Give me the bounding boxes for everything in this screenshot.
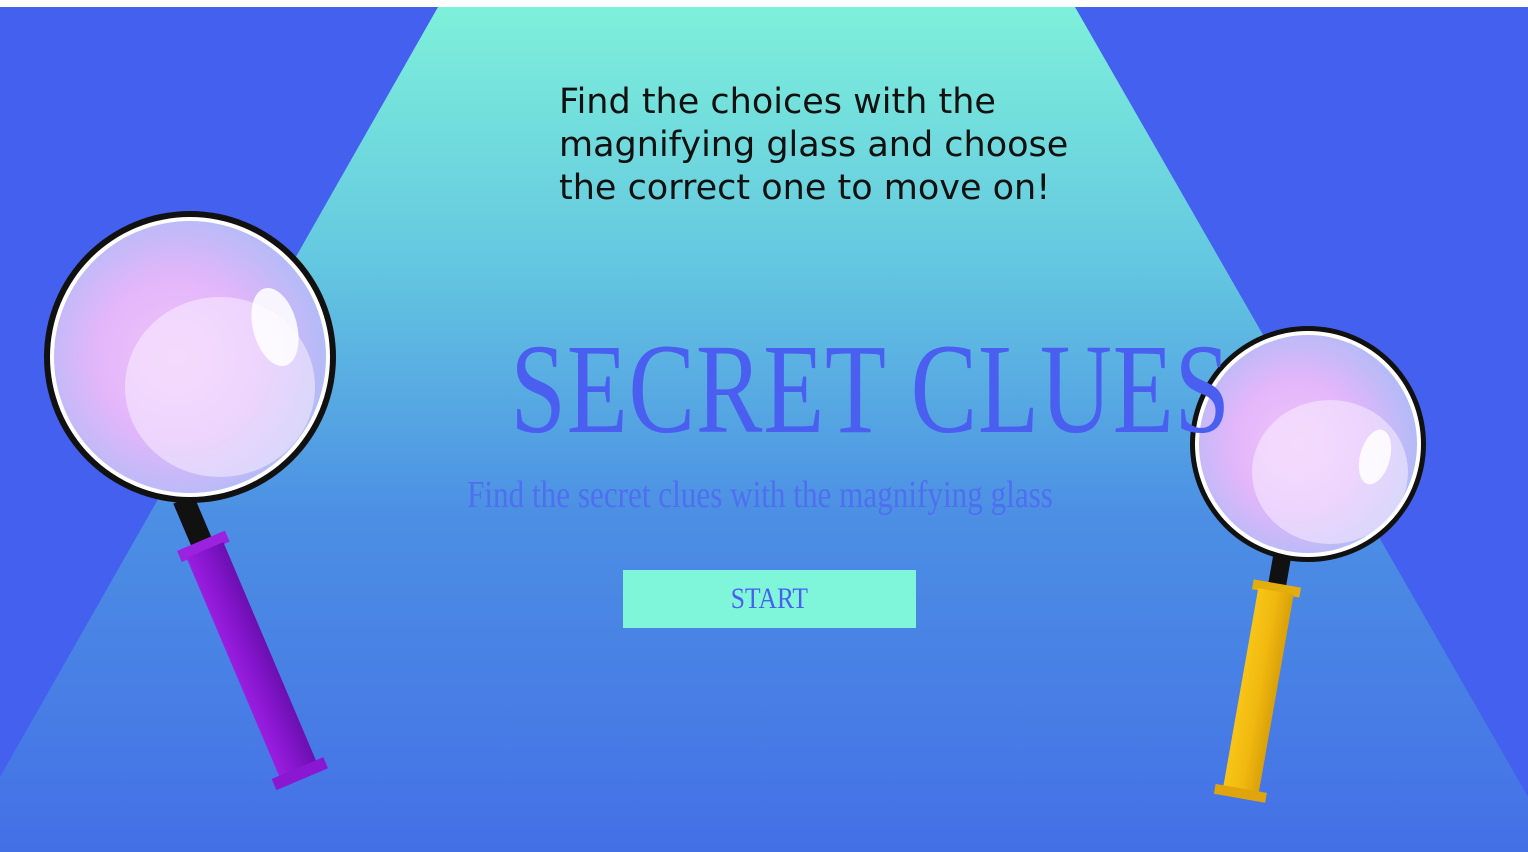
instruction-line: Find the choices with the — [559, 82, 996, 122]
instruction-line: magnifying glass and choose — [559, 125, 1069, 165]
start-button-label: START — [730, 582, 809, 615]
game-title: SECRET CLUES — [510, 318, 1231, 460]
instruction-text: Find the choices with the magnifying gla… — [559, 81, 1119, 210]
game-subtitle: Find the secret clues with the magnifyin… — [467, 474, 1053, 516]
game-stage: Find the choices with the magnifying gla… — [0, 7, 1528, 852]
magnifying-glass-icon — [44, 211, 336, 791]
start-button[interactable]: START — [623, 570, 916, 628]
instruction-line: the correct one to move on! — [559, 168, 1051, 208]
